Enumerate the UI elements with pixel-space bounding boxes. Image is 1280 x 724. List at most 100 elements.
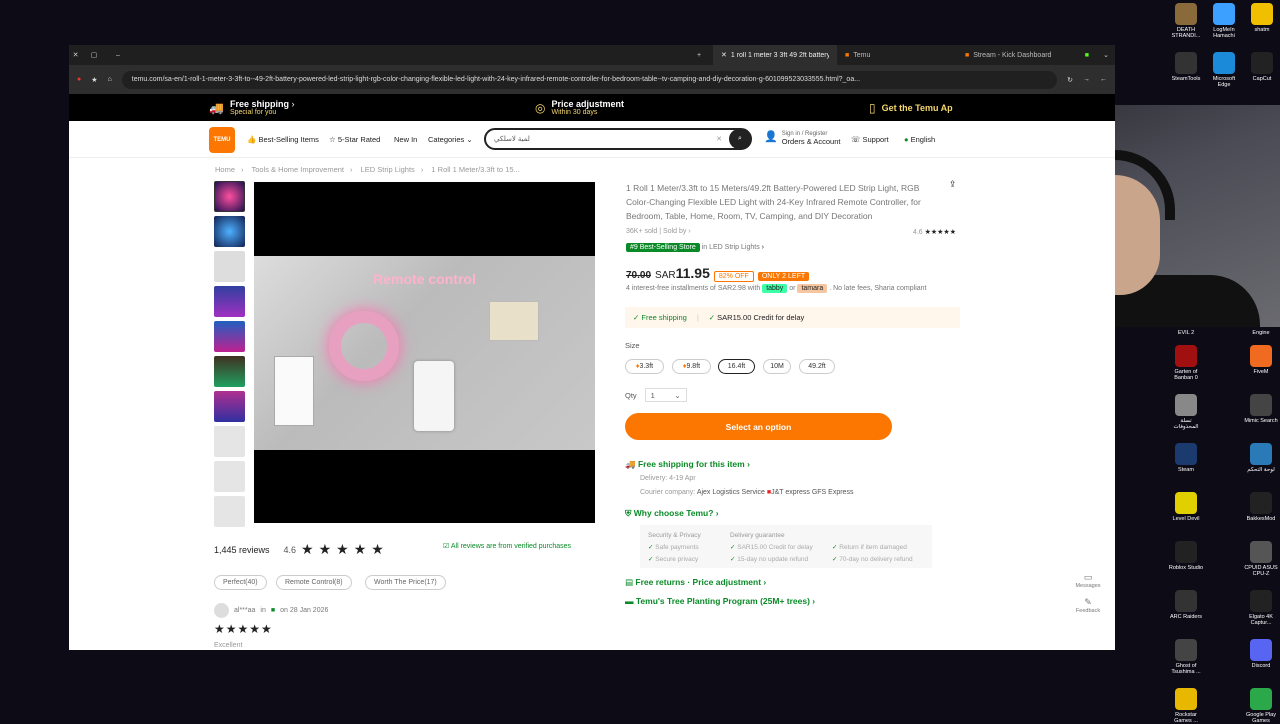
size-option[interactable]: 16.4ft [718,359,755,374]
qty-select[interactable]: 1 ⌄ [644,388,687,402]
thumbnail[interactable] [214,426,245,457]
desktop-icon[interactable]: shatm [1244,3,1280,33]
desktop-icon[interactable]: ARC Raiders [1168,590,1204,620]
desktop-icon[interactable]: Roblox Studio [1168,541,1204,571]
truck-icon: 🚚 [209,100,224,115]
clear-icon[interactable]: ✕ [716,135,722,143]
star-icon[interactable]: ★ [91,76,97,84]
thumbnail[interactable] [214,496,245,527]
feedback-button[interactable]: ✎ Feedback [1068,597,1108,614]
thumbnail[interactable] [214,321,245,352]
review-text: Excellent [214,642,243,649]
desktop-icon[interactable]: Discord [1243,639,1279,669]
crumb-home[interactable]: Home [215,165,235,174]
select-option-button[interactable]: Select an option [625,413,892,440]
size-option[interactable]: ♦ 9.8ft [672,359,711,374]
desktop-icon[interactable]: SteamTools [1168,52,1204,82]
new-tab-icon[interactable]: + [697,52,713,59]
thumbnail[interactable] [214,286,245,317]
delivery-text: Delivery: 4-19 Apr [640,475,696,482]
back-icon[interactable]: ← [1100,76,1107,83]
app-icon [1250,394,1272,416]
account-link[interactable]: 👤 Sign in / Register Orders & Account [764,130,840,146]
shield-icon: ⛨ [625,508,632,518]
thumbnail[interactable] [214,356,245,387]
app-icon [1175,541,1197,563]
size-option[interactable]: 49.2ft [799,359,835,374]
nav-five-star[interactable]: ☆ 5-Star Rated [329,135,380,144]
temu-logo[interactable]: TEMU [209,127,235,153]
close-tab-icon[interactable]: ✕ [721,51,727,59]
rating-small[interactable]: 4.6 ★★★★★ [913,228,956,236]
get-app-promo[interactable]: ▯ Get the Temu Ap [869,101,953,115]
sold-row: 36K+ sold | Sold by › 4.6 ★★★★★ [626,228,956,236]
desktop-icon[interactable]: DEATH STRANDI... [1168,3,1204,39]
why-temu-link[interactable]: ⛨ Why choose Temu? › [625,508,719,519]
url-text[interactable]: temu.com/sa-en/1-roll-1-meter-3-3ft-to--… [121,70,1058,89]
reviews-header: 1,445 reviews 4.6 ★★★★★ [214,541,389,557]
desktop-icon[interactable]: LogMeIn Hamachi [1206,3,1242,39]
price-adjust-promo[interactable]: ◎ Price adjustment Within 30 days [535,99,624,116]
size-option[interactable]: 10M [763,359,791,374]
desktop-icon[interactable]: Ghost of Tsushima ... [1168,639,1204,675]
free-returns-link[interactable]: ▤ Free returns · Price adjustment › [625,577,766,588]
app-icon [1175,3,1197,25]
desktop-icon[interactable]: Level Devil [1168,492,1204,522]
thumbnail[interactable] [214,181,245,212]
thumbnail[interactable] [214,216,245,247]
desktop-icon[interactable]: Steam [1168,443,1204,473]
review-chip[interactable]: Perfect(40) [214,575,267,590]
refresh-icon[interactable]: ↻ [1067,76,1073,84]
thumbnail[interactable] [214,391,245,422]
profile-icon[interactable]: ● [77,76,81,83]
app-icon [1175,52,1197,74]
desktop-icon[interactable]: Microsoft Edge [1206,52,1242,88]
desktop-icon[interactable]: CapCut [1244,52,1280,82]
search-button[interactable]: ⌕ [729,129,751,149]
crumb-led[interactable]: LED Strip Lights [361,165,415,174]
thumbnail[interactable] [214,461,245,492]
language-select[interactable]: ● English [904,135,935,144]
desktop-icon[interactable]: Mimic Search [1243,394,1279,424]
desktop-icon[interactable]: Rockstar Games ... [1168,688,1204,724]
minimize-icon[interactable]: – [106,52,130,59]
forward-icon[interactable]: → [1083,76,1090,83]
guarantee-box: Security & Privacy ✓ Safe payments ✓ Secur… [640,525,932,568]
search-input[interactable]: لمبة لاسلكي ✕ ⌕ [484,128,752,150]
tab-list-icon[interactable]: ⌄ [1097,51,1115,59]
desktop-icon[interactable]: BakkesMod [1243,492,1279,522]
support-link[interactable]: ☏ Support [851,135,889,144]
desktop-icon[interactable]: Engine [1243,330,1279,336]
tab-temu[interactable]: ■ Temu [837,45,957,65]
share-icon[interactable]: ⇪ [949,179,957,190]
desktop-icon[interactable]: لوحة التحكم [1243,443,1279,473]
size-option[interactable]: ♦ 3.3ft [625,359,664,374]
maximize-icon[interactable]: ▢ [82,51,106,59]
desktop-icon[interactable]: FiveM [1243,345,1279,375]
site-info-icon[interactable]: ⌂ [108,76,112,83]
desktop-icon[interactable]: EVIL 2 [1168,330,1204,336]
product-video[interactable]: Remote control [254,182,595,523]
tab-kick[interactable]: ■ Stream - Kick Dashboard ■ [957,45,1097,65]
desktop-icon[interactable]: تسلة المحذوفات [1168,394,1204,430]
desktop-icon[interactable]: Elgato 4K Captur... [1243,590,1279,626]
desktop-icon[interactable]: CPUID ASUS CPU-Z [1243,541,1279,577]
messages-button[interactable]: ▭ Messages [1068,572,1108,589]
nav-best-selling[interactable]: 👍 Best-Selling Items [247,135,319,144]
free-shipping-promo[interactable]: 🚚 Free shipping › Special for you [209,99,294,116]
crumb-tools[interactable]: Tools & Home Improvement [251,165,344,174]
desktop-icon[interactable]: Google Play Games [1243,688,1279,724]
review-chip[interactable]: Worth The Price(17) [365,575,446,590]
desktop-icon[interactable]: Garten of Banban 0 [1168,345,1204,381]
tree-program-link[interactable]: ▬ Temu's Tree Planting Program (25M+ tre… [625,596,815,606]
nav-new-in[interactable]: New In [394,135,417,144]
free-shipping-link[interactable]: 🚚 Free shipping for this item › [625,459,750,470]
nav-categories[interactable]: Categories ⌄ [428,135,473,144]
check-icon: ☑ [443,543,450,550]
close-window-icon[interactable]: ✕ [69,51,82,59]
best-seller-row[interactable]: #9 Best-Selling Store in LED Strip Light… [626,243,764,252]
review-chip[interactable]: Remote Control(8) [276,575,352,590]
tab-product[interactable]: ✕ 1 roll 1 meter 3 3ft 49 2ft battery [713,45,837,65]
thumbnail[interactable] [214,251,245,282]
truck-icon: 🚚 [625,459,636,469]
